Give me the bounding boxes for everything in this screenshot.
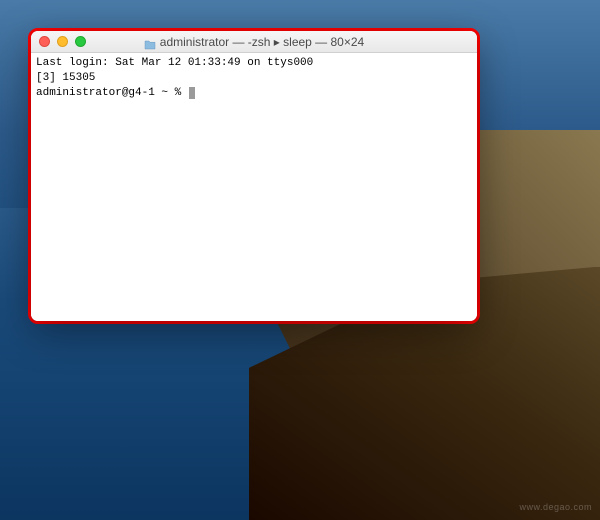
watermark-text: www.degao.com xyxy=(519,502,592,512)
terminal-content[interactable]: Last login: Sat Mar 12 01:33:49 on ttys0… xyxy=(31,53,477,321)
traffic-lights xyxy=(31,36,86,47)
terminal-window[interactable]: administrator — -zsh ▸ sleep — 80×24 Las… xyxy=(31,31,477,321)
desktop-background: administrator — -zsh ▸ sleep — 80×24 Las… xyxy=(0,0,600,520)
terminal-prompt: administrator@g4-1 ~ % xyxy=(36,87,188,99)
window-title: administrator — -zsh ▸ sleep — 80×24 xyxy=(160,35,364,49)
title-wrap: administrator — -zsh ▸ sleep — 80×24 xyxy=(31,35,477,49)
minimize-button[interactable] xyxy=(57,36,68,47)
terminal-line-job: [3] 15305 xyxy=(36,72,95,84)
cursor-icon xyxy=(189,87,195,99)
folder-icon xyxy=(144,37,156,47)
window-titlebar[interactable]: administrator — -zsh ▸ sleep — 80×24 xyxy=(31,31,477,53)
close-button[interactable] xyxy=(39,36,50,47)
terminal-line-last-login: Last login: Sat Mar 12 01:33:49 on ttys0… xyxy=(36,57,313,69)
maximize-button[interactable] xyxy=(75,36,86,47)
